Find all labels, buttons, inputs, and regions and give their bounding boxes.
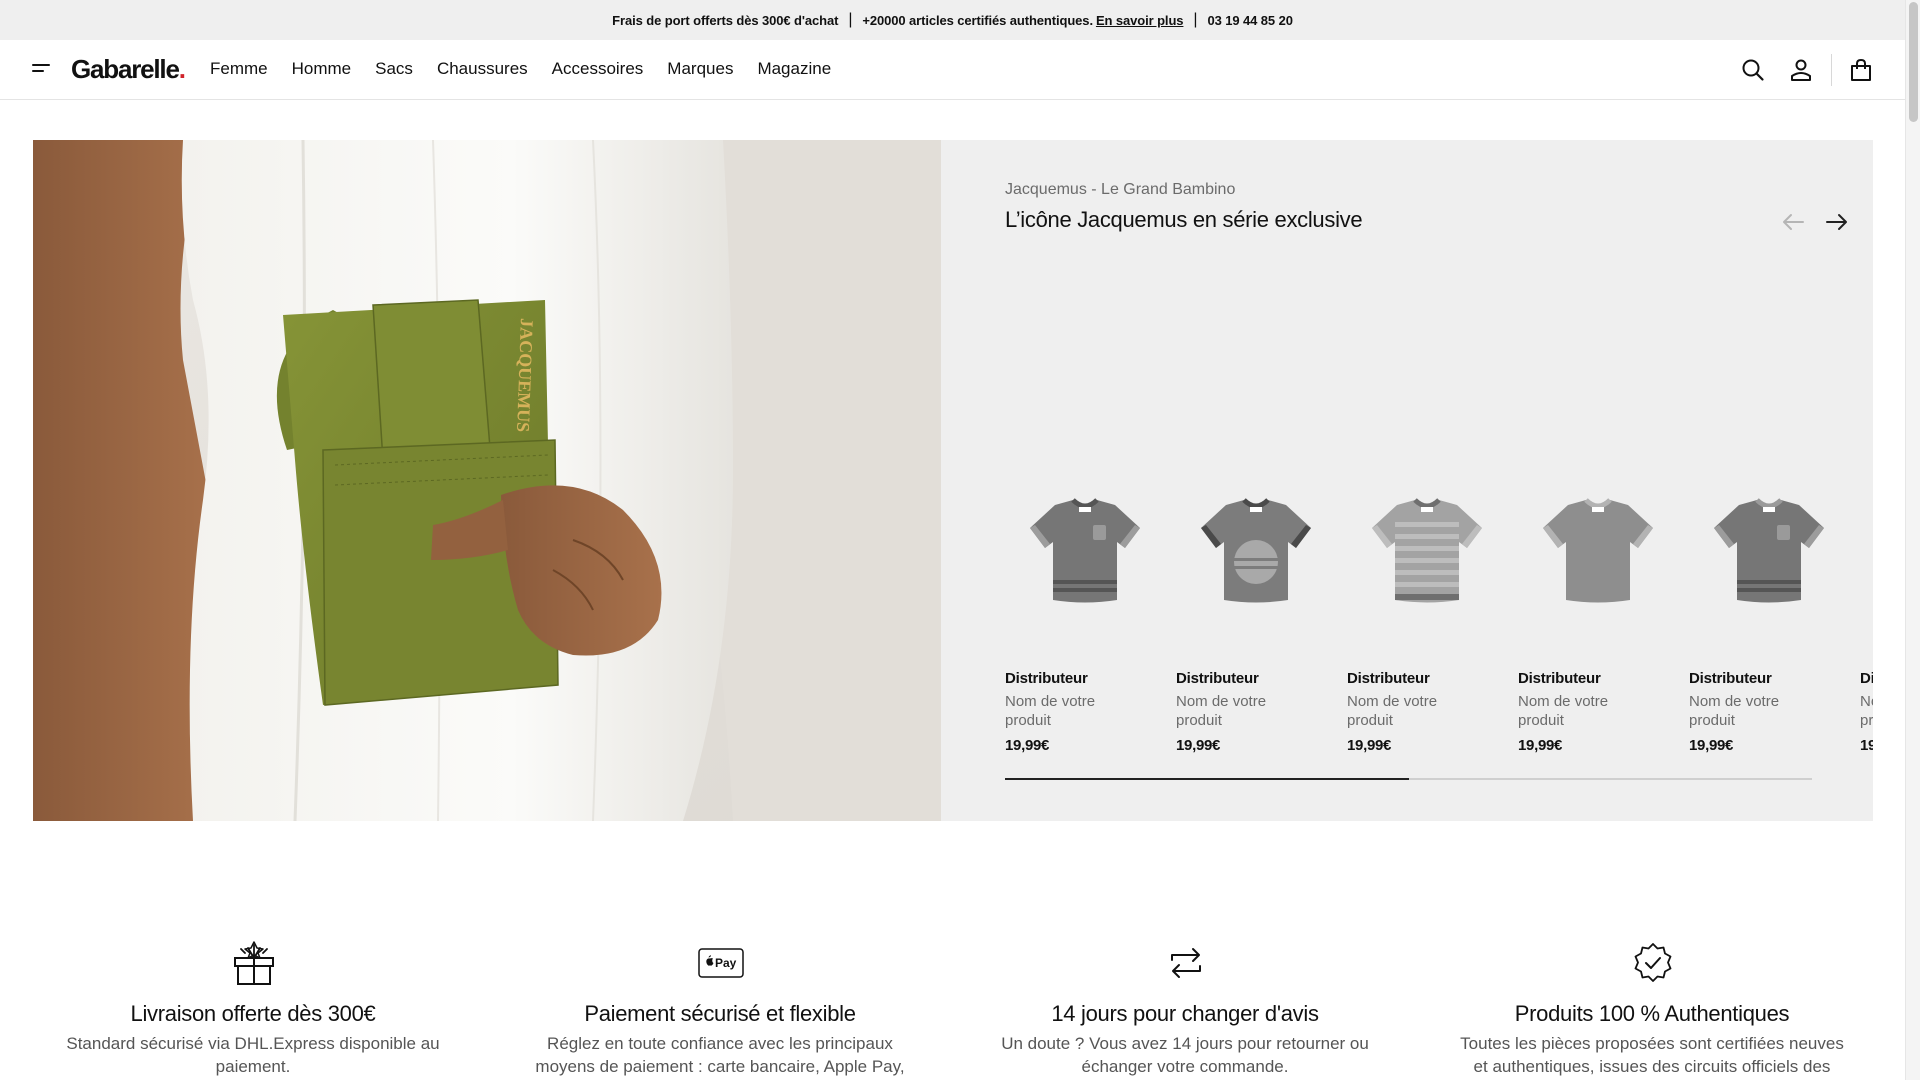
gift-box-icon [231, 940, 277, 986]
tshirt-plain-icon [1518, 470, 1678, 630]
hero-image[interactable]: JACQUEMUS [33, 140, 941, 821]
product-card[interactable]: Distributeur Nom de votre produit 19,99€ [1005, 140, 1176, 780]
tshirt-plain-icon [1860, 470, 1873, 630]
product-price: 19,99€ [1176, 737, 1221, 754]
product-name: Nom de votre produit [1005, 693, 1096, 729]
nav-item-sacs[interactable]: Sacs [375, 59, 413, 79]
product-price: 19,99€ [1005, 737, 1050, 754]
tshirt-pocket-stripes-icon [1689, 470, 1849, 630]
certified-badge-icon [1630, 940, 1676, 986]
phone-number[interactable]: 03 19 44 85 20 [1207, 13, 1292, 28]
header-divider [1831, 54, 1832, 86]
bag-label: JACQUEMUS [513, 318, 537, 433]
learn-more-link[interactable]: En savoir plus [1096, 13, 1184, 28]
tshirt-striped-icon [1347, 470, 1507, 630]
main-nav: Femme Homme Sacs Chaussures Accessoires … [210, 59, 831, 79]
product-price: 19,99€ [1860, 737, 1873, 754]
product-distributor: Distributeur [1005, 670, 1088, 687]
announcement-bar: Frais de port offerts dès 300€ d'achat |… [0, 0, 1905, 40]
product-card[interactable]: Distributeur Nom de votre produit 19,99€ [1689, 140, 1860, 780]
feature-text: Réglez en toute confiance avec les princ… [535, 1034, 905, 1076]
product-card[interactable]: Distributeur Nom de votre produit 19,99€ [1347, 140, 1518, 780]
carousel-scrollbar-thumb[interactable] [1005, 778, 1409, 780]
nav-item-chaussures[interactable]: Chaussures [437, 59, 528, 79]
tshirt-circle-icon [1176, 470, 1336, 630]
feature-title: Paiement sécurisé et flexible [584, 1001, 856, 1026]
product-card[interactable]: Distributeur Nom de votre produit 19,99€ [1176, 140, 1347, 780]
feature-title: Livraison offerte dès 300€ [130, 1001, 376, 1026]
apple-pay-icon: Pay [698, 940, 744, 986]
bag-icon[interactable] [1848, 57, 1874, 83]
product-card[interactable]: Distributeur Nom de votre produit 19,99€ [1860, 140, 1873, 780]
hero-banner: JACQUEMUS Jacquemus - Le Grand Bambino L… [33, 140, 1873, 821]
product-price: 19,99€ [1347, 737, 1392, 754]
exchange-arrows-icon [1163, 940, 1209, 986]
nav-item-accessoires[interactable]: Accessoires [552, 59, 644, 79]
product-list: Distributeur Nom de votre produit 19,99€… [1005, 140, 1873, 821]
product-name: Nom de votre produit [1518, 693, 1609, 729]
page-scrollbar[interactable] [1905, 0, 1920, 1080]
nav-item-marques[interactable]: Marques [667, 59, 733, 79]
product-distributor: Distributeur [1347, 670, 1430, 687]
certified-text: +20000 articles certifiés authentiques. [862, 12, 1093, 28]
account-icon[interactable] [1788, 57, 1814, 83]
carousel-scrollbar[interactable] [1005, 778, 1812, 780]
product-distributor: Distributeur [1518, 670, 1601, 687]
product-name: Nom de votre produit [1347, 693, 1438, 729]
feature-title: Produits 100 % Authentiques [1514, 1001, 1790, 1026]
product-distributor: Distributeur [1176, 670, 1259, 687]
logo[interactable]: Gabarelle. [71, 54, 186, 85]
product-distributor: Distributeur [1860, 670, 1873, 687]
page-scrollbar-thumb[interactable] [1909, 2, 1918, 122]
tshirt-pocket-stripes-icon [1005, 470, 1165, 630]
separator: | [848, 11, 853, 28]
feature-text: Standard sécurisé via DHL.Express dispon… [66, 1034, 440, 1076]
feature-text: Toutes les pièces proposées sont certifi… [1460, 1034, 1844, 1076]
product-price: 19,99€ [1689, 737, 1734, 754]
features-section: Livraison offerte dès 300€ Standard sécu… [0, 940, 1905, 1080]
shipping-offer-text: Frais de port offerts dès 300€ d'achat [612, 12, 839, 28]
search-icon[interactable] [1740, 57, 1766, 83]
feature-text: Un doute ? Vous avez 14 jours pour retou… [1001, 1034, 1369, 1076]
product-distributor: Distributeur [1689, 670, 1772, 687]
product-card[interactable]: Distributeur Nom de votre produit 19,99€ [1518, 140, 1689, 780]
menu-icon[interactable] [32, 64, 50, 76]
svg-text:Pay: Pay [715, 956, 737, 970]
nav-item-magazine[interactable]: Magazine [757, 59, 831, 79]
product-name: Nom de votre produit [1689, 693, 1780, 729]
site-header: Gabarelle. Femme Homme Sacs Chaussures A… [0, 40, 1905, 100]
nav-item-homme[interactable]: Homme [292, 59, 352, 79]
separator: | [1193, 11, 1198, 28]
feature-title: 14 jours pour changer d'avis [1051, 1001, 1319, 1026]
product-carousel-panel: Jacquemus - Le Grand Bambino L’icône Jac… [941, 140, 1873, 821]
product-name: Nom de votre produit [1860, 693, 1873, 729]
nav-item-femme[interactable]: Femme [210, 59, 268, 79]
product-price: 19,99€ [1518, 737, 1563, 754]
product-name: Nom de votre produit [1176, 693, 1267, 729]
